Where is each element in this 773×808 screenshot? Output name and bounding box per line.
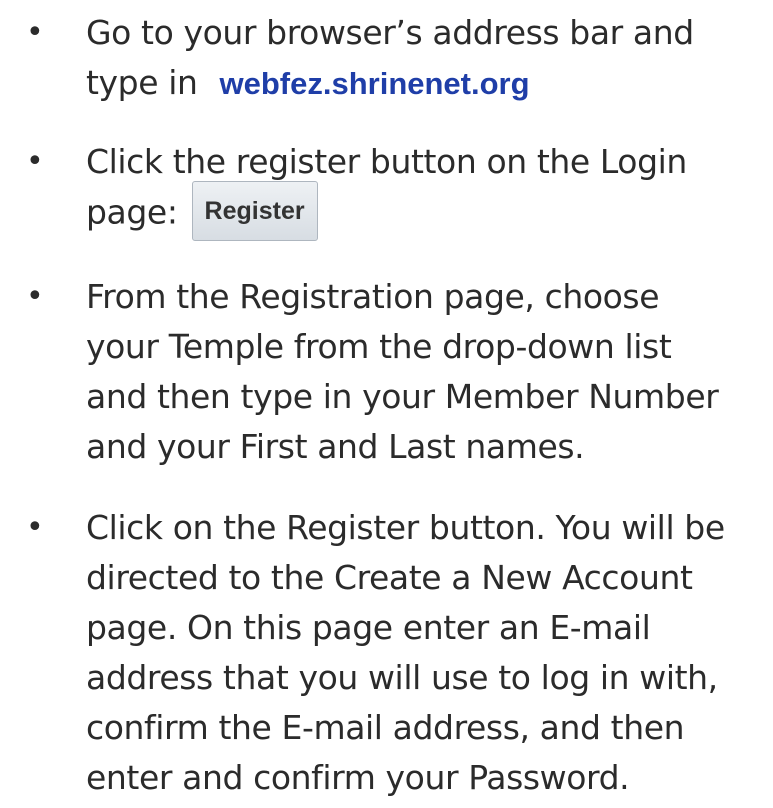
register-button[interactable]: Register <box>191 181 318 241</box>
site-url: webfez.shrinenet.org <box>219 66 530 101</box>
step-line: enter and confirm your Password. <box>86 758 630 797</box>
step-line: directed to the Create a New Account <box>86 558 693 597</box>
step-line: address that you will use to log in with… <box>86 658 718 697</box>
step-line: and then type in your Member Number <box>86 377 719 416</box>
bullet: • <box>26 510 44 545</box>
step-line: Go to your browser’s address bar and <box>86 13 694 52</box>
step-line: type in webfez.shrinenet.org <box>86 58 770 108</box>
step-line-text: type in <box>86 63 198 102</box>
step-line: From the Registration page, choose <box>86 277 660 316</box>
step-text: Click the register button on the Login p… <box>86 137 770 241</box>
step-text: Click on the Register button. You will b… <box>86 503 770 803</box>
step-line: your Temple from the drop-down list <box>86 327 672 366</box>
step-text: From the Registration page, choose your … <box>86 272 770 472</box>
step-line: page: Register <box>86 181 770 241</box>
step-line: and your First and Last names. <box>86 427 585 466</box>
bullet: • <box>26 144 44 179</box>
step-line: Click the register button on the Login <box>86 142 687 181</box>
step-line: Click on the Register button. You will b… <box>86 508 725 547</box>
step-line: page. On this page enter an E-mail <box>86 608 651 647</box>
step-text: Go to your browser’s address bar and typ… <box>86 8 770 108</box>
step-line-text: page: <box>86 192 178 232</box>
bullet: • <box>26 279 44 314</box>
step-line: confirm the E-mail address, and then <box>86 708 685 747</box>
bullet: • <box>26 15 44 50</box>
